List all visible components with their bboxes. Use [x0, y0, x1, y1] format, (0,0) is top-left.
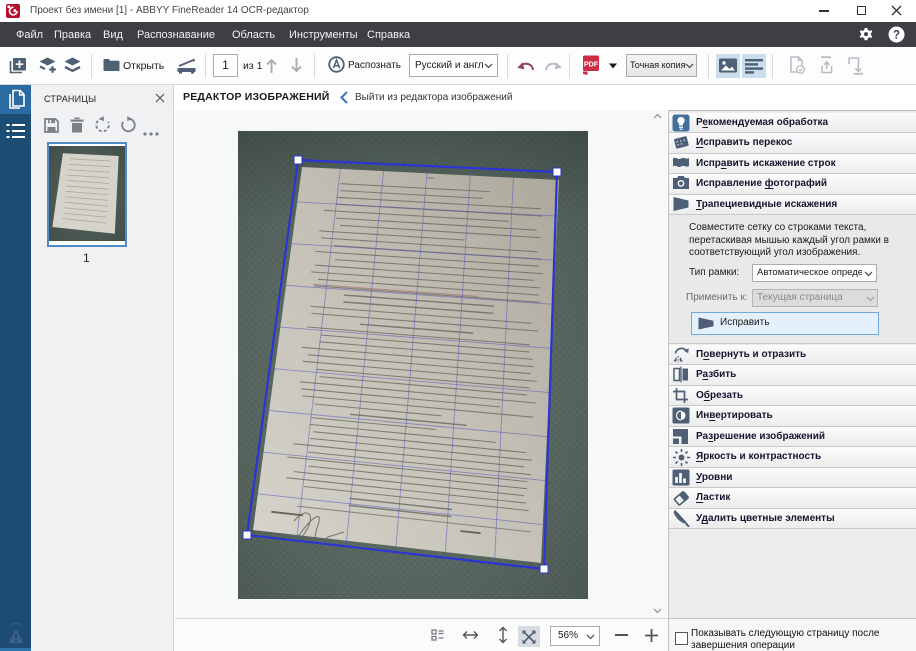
svg-text:PDF: PDF	[584, 60, 599, 69]
svg-text:?: ?	[893, 30, 900, 42]
